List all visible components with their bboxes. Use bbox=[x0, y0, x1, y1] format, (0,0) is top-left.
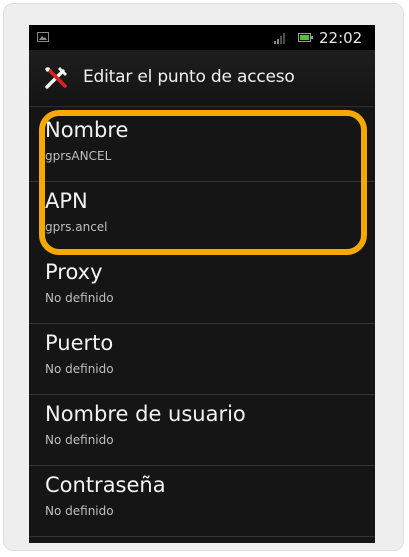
setting-apn[interactable]: APN gprs.ancel bbox=[29, 182, 375, 253]
setting-value: gprsANCEL bbox=[45, 149, 112, 163]
setting-title: Puerto bbox=[45, 331, 114, 355]
setting-value: No definido bbox=[45, 433, 114, 447]
setting-title: Nombre de usuario bbox=[45, 402, 246, 426]
status-bar: 22:02 bbox=[29, 25, 375, 50]
title-bar: Editar el punto de acceso bbox=[29, 50, 375, 107]
setting-nombre[interactable]: Nombre gprsANCEL bbox=[29, 111, 375, 182]
battery-level bbox=[300, 35, 309, 40]
setting-value: No definido bbox=[45, 291, 114, 305]
phone-screen: 22:02 Editar el punto de acceso Nombre g… bbox=[29, 25, 375, 543]
setting-title: Proxy bbox=[45, 260, 103, 284]
setting-proxy[interactable]: Proxy No definido bbox=[29, 253, 375, 324]
setting-nombre-de-usuario[interactable]: Nombre de usuario No definido bbox=[29, 395, 375, 466]
battery-icon bbox=[298, 33, 313, 42]
setting-title: Contraseña bbox=[45, 473, 166, 497]
tools-icon bbox=[45, 67, 67, 89]
setting-puerto[interactable]: Puerto No definido bbox=[29, 324, 375, 395]
page-title: Editar el punto de acceso bbox=[83, 67, 295, 87]
setting-value: No definido bbox=[45, 504, 114, 518]
setting-title: APN bbox=[45, 189, 88, 213]
setting-value: No definido bbox=[45, 362, 114, 376]
image-icon bbox=[37, 32, 49, 42]
setting-contrasena[interactable]: Contraseña No definido bbox=[29, 466, 375, 537]
setting-value: gprs.ancel bbox=[45, 220, 108, 234]
setting-title: Nombre bbox=[45, 118, 129, 142]
signal-icon bbox=[274, 32, 288, 44]
status-time: 22:02 bbox=[319, 29, 363, 47]
